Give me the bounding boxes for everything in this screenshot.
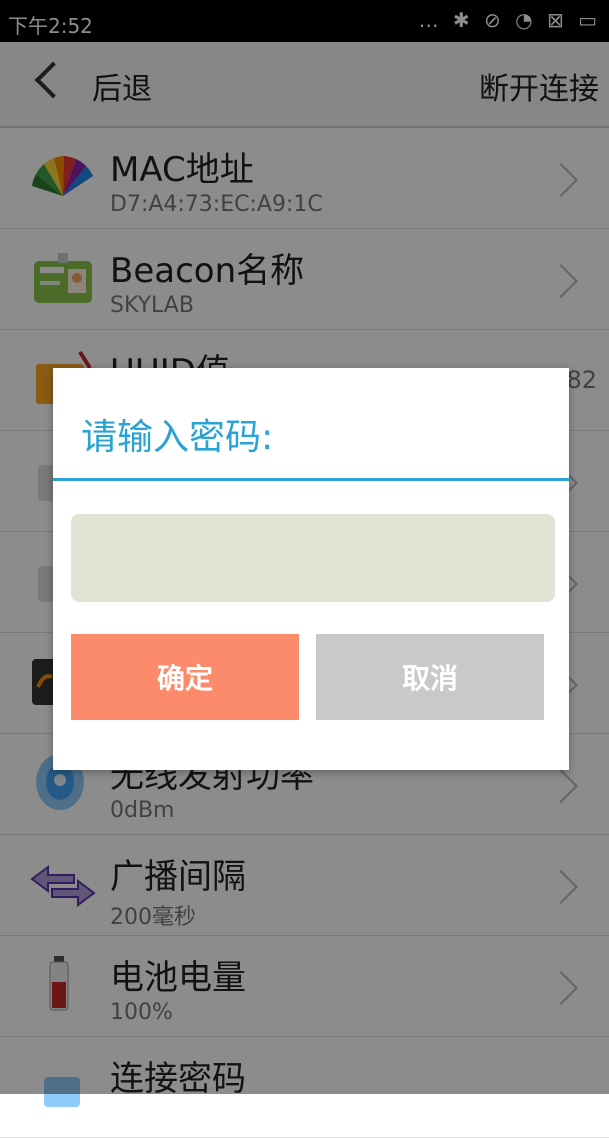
password-dialog: 请输入密码: 确定 取消 (53, 368, 569, 770)
dialog-divider (53, 478, 569, 481)
password-input[interactable] (71, 514, 555, 602)
dialog-title: 请输入密码: (81, 417, 274, 458)
cancel-button[interactable]: 取消 (316, 634, 544, 720)
confirm-button[interactable]: 确定 (71, 634, 299, 720)
